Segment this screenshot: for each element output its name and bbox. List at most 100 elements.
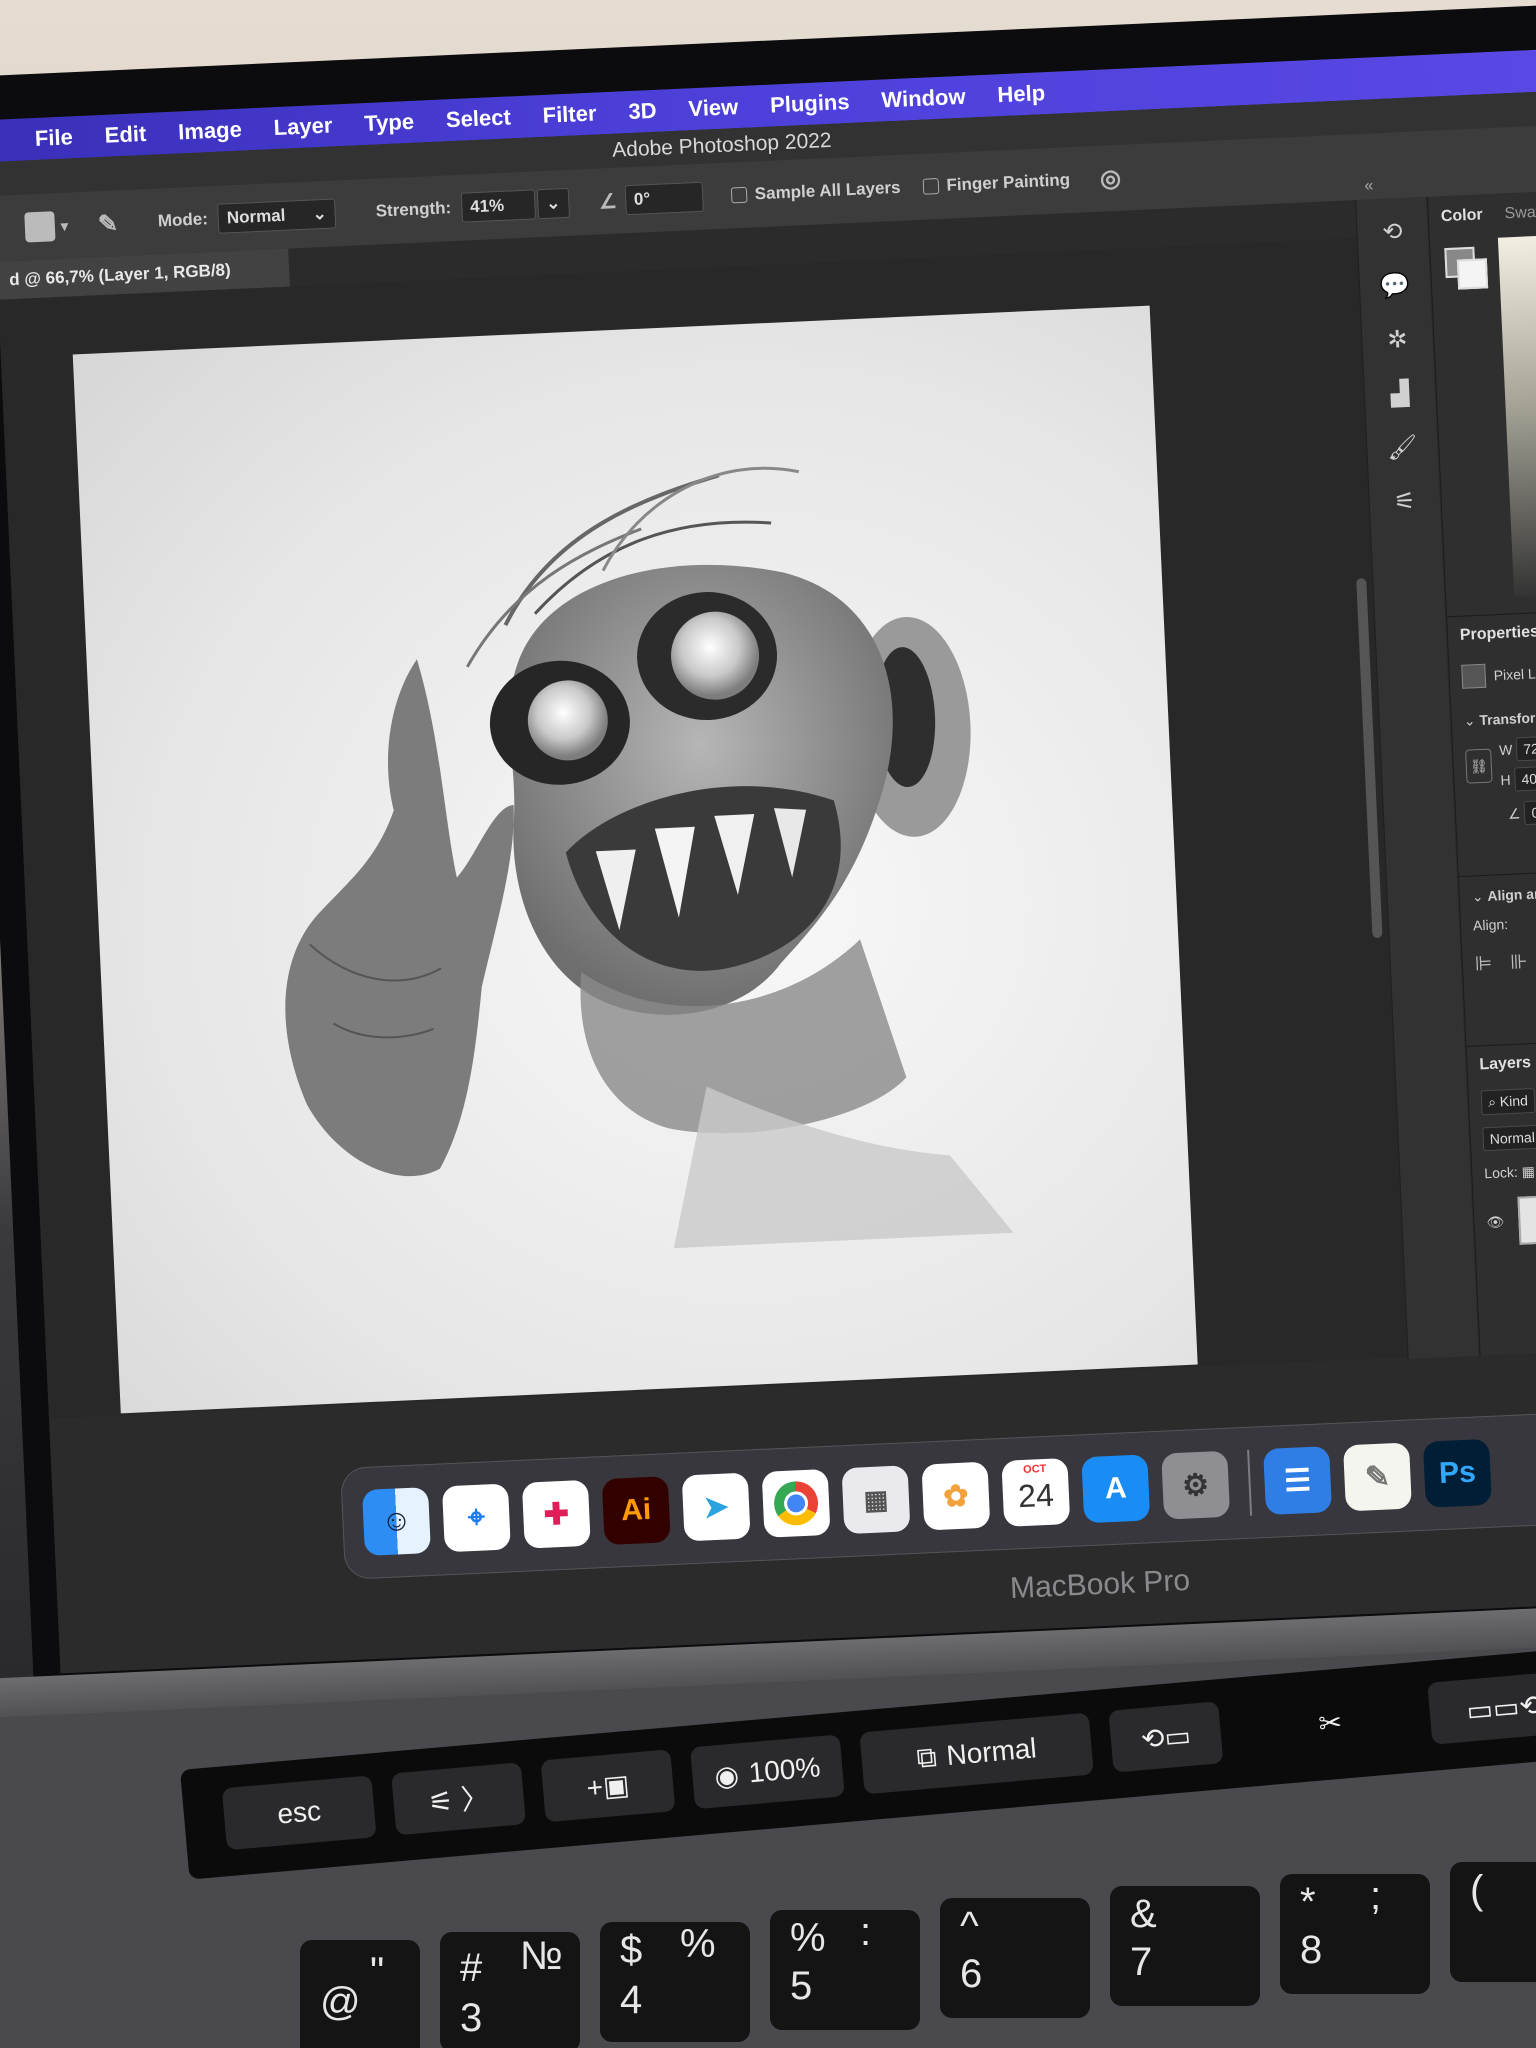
key-2[interactable]: " @ [300, 1940, 420, 2048]
chevron-down-icon: ⌄ [312, 203, 328, 224]
align-panel: ⌄ Align and Align: ⊫ ⊪ [1458, 868, 1536, 1027]
menu-edit[interactable]: Edit [104, 121, 147, 149]
pixel-layer-icon [1461, 663, 1487, 689]
key-3[interactable]: # № 3 [440, 1932, 580, 2048]
lock-label: Lock: [1483, 1163, 1519, 1182]
touchbar-blend-button[interactable]: ⧉ Normal [859, 1712, 1094, 1795]
key-7[interactable]: & 7 [1110, 1886, 1260, 2006]
menu-type[interactable]: Type [364, 109, 415, 137]
menu-select[interactable]: Select [445, 104, 511, 133]
add-image-icon: +▣ [585, 1768, 631, 1804]
touchbar-undo-button[interactable]: ▭▭⟲ [1427, 1669, 1536, 1745]
sample-all-layers-checkbox[interactable] [730, 186, 748, 204]
menu-window[interactable]: Window [881, 84, 966, 114]
menu-help[interactable]: Help [997, 80, 1046, 108]
app-store-icon[interactable]: A [1081, 1454, 1151, 1524]
rotation-field[interactable]: 0, [1523, 799, 1536, 826]
width-field[interactable]: 72 [1515, 736, 1536, 762]
chevron-down-icon: ⌄ [545, 193, 561, 213]
background-color-swatch[interactable] [1456, 258, 1489, 290]
properties-title: Properties [1459, 623, 1536, 644]
key-9-paren: ( [1470, 1868, 1484, 1912]
tab-color[interactable]: Color [1440, 206, 1483, 226]
textedit-icon[interactable]: ✎ [1343, 1442, 1412, 1512]
histogram-icon[interactable]: ▟ [1379, 373, 1421, 415]
menu-filter[interactable]: Filter [542, 100, 597, 128]
chevron-down-icon[interactable]: ⌄ [1471, 888, 1483, 905]
key-8-digit: 8 [1300, 1928, 1323, 1972]
align-label: Align: [1472, 915, 1509, 934]
brush-settings-icon[interactable]: ✎ [97, 209, 118, 239]
key-4-dollar: $ [620, 1928, 643, 1972]
esc-key[interactable]: esc [221, 1775, 377, 1851]
touchbar-controls-button[interactable]: ⚟ 〉 [391, 1762, 527, 1836]
link-icon[interactable]: ⛓ [1465, 748, 1493, 784]
layer-filter-kind[interactable]: ⌕ Kind [1480, 1087, 1536, 1116]
height-label: H [1500, 771, 1511, 789]
menu-view[interactable]: View [688, 94, 739, 122]
strength-field[interactable]: 41% [460, 189, 536, 223]
pressure-icon[interactable]: ◎ [1099, 163, 1121, 193]
touchbar-cut-button[interactable]: ✂ [1248, 1685, 1413, 1761]
collapse-panels-icon[interactable]: « [1364, 177, 1374, 195]
touchbar-zoom-button[interactable]: ◉ 100% [689, 1734, 845, 1810]
document-title: d @ 66,7% (Layer 1, RGB/8) [8, 260, 232, 290]
width-label: W [1498, 741, 1513, 759]
touchbar-transform-button[interactable]: ⟲▭ [1108, 1701, 1224, 1773]
angle-field[interactable]: 0° [624, 181, 704, 216]
strength-dropdown[interactable]: ⌄ [536, 187, 570, 220]
key-6[interactable]: ^ 6 [940, 1898, 1090, 2018]
photoshop-icon[interactable]: Ps [1422, 1438, 1492, 1508]
comments-icon[interactable]: 💬 [1374, 266, 1416, 308]
safari-icon[interactable]: ⌖ [441, 1483, 511, 1553]
finger-painting-checkbox[interactable] [922, 178, 939, 195]
menu-layer[interactable]: Layer [273, 112, 333, 141]
height-field[interactable]: 40 [1513, 766, 1536, 792]
illustrator-icon[interactable]: Ai [601, 1476, 671, 1546]
color-picker-field[interactable] [1497, 232, 1536, 598]
brush-presets-icon[interactable]: 🖌 [1381, 427, 1423, 469]
touchbar-blend-value: Normal [945, 1732, 1038, 1772]
tab-swatches[interactable]: Swatches [1504, 202, 1536, 223]
menu-plugins[interactable]: Plugins [770, 89, 851, 119]
undo-icon: ▭▭⟲ [1465, 1688, 1536, 1727]
mode-select[interactable]: Normal ⌄ [217, 198, 337, 234]
launchpad-icon[interactable]: ▦ [841, 1465, 911, 1535]
blend-mode-select[interactable]: Normal [1482, 1124, 1536, 1152]
navigator-icon[interactable]: ✲ [1377, 319, 1419, 361]
tool-preset-icon[interactable] [24, 211, 56, 243]
key-8[interactable]: * ; 8 [1280, 1874, 1430, 1994]
layers-title[interactable]: Layers [1479, 1054, 1531, 1073]
align-left-icon[interactable]: ⊫ [1474, 951, 1493, 977]
brush-settings-icon[interactable]: ⚟ [1384, 481, 1426, 523]
key-5[interactable]: % : 5 [770, 1910, 920, 2030]
menu-3d[interactable]: 3D [628, 98, 657, 125]
lock-transparent-icon[interactable]: ▦ [1521, 1163, 1535, 1180]
key-7-amp: & [1130, 1892, 1157, 1936]
artwork-canvas[interactable] [72, 305, 1198, 1414]
chrome-icon[interactable] [761, 1468, 831, 1538]
system-preferences-icon[interactable]: ⚙ [1161, 1450, 1231, 1520]
slack-icon[interactable]: ✚ [521, 1479, 591, 1549]
strength-value: 41% [469, 195, 505, 217]
menu-image[interactable]: Image [178, 117, 243, 146]
chevron-down-icon[interactable]: ⌄ [1463, 712, 1475, 729]
finder-icon[interactable]: ☺ [362, 1487, 431, 1556]
menu-file[interactable]: File [34, 124, 73, 152]
eye-icon[interactable]: 👁 [1486, 1213, 1505, 1231]
touchbar-new-layer-button[interactable]: +▣ [540, 1749, 676, 1823]
angle-icon: ∠ [598, 190, 618, 213]
calendar-icon[interactable]: OCT 24 [1001, 1457, 1071, 1527]
history-icon[interactable]: ⟲ [1372, 212, 1414, 254]
layer-thumbnail[interactable] [1517, 1195, 1536, 1245]
photos-icon[interactable]: ✿ [921, 1461, 991, 1531]
chevron-down-icon[interactable]: ▾ [60, 217, 68, 234]
calendar-month: OCT [1022, 1462, 1047, 1477]
key-5-percent: % [790, 1916, 826, 1960]
align-center-icon[interactable]: ⊪ [1510, 949, 1529, 975]
color-panel-tabs: Color Swatches [1440, 202, 1536, 226]
files-icon[interactable]: ☰ [1263, 1446, 1333, 1516]
key-9[interactable]: ( [1450, 1862, 1536, 1982]
telegram-icon[interactable]: ➤ [681, 1472, 751, 1542]
key-4[interactable]: $ % 4 [600, 1922, 750, 2042]
